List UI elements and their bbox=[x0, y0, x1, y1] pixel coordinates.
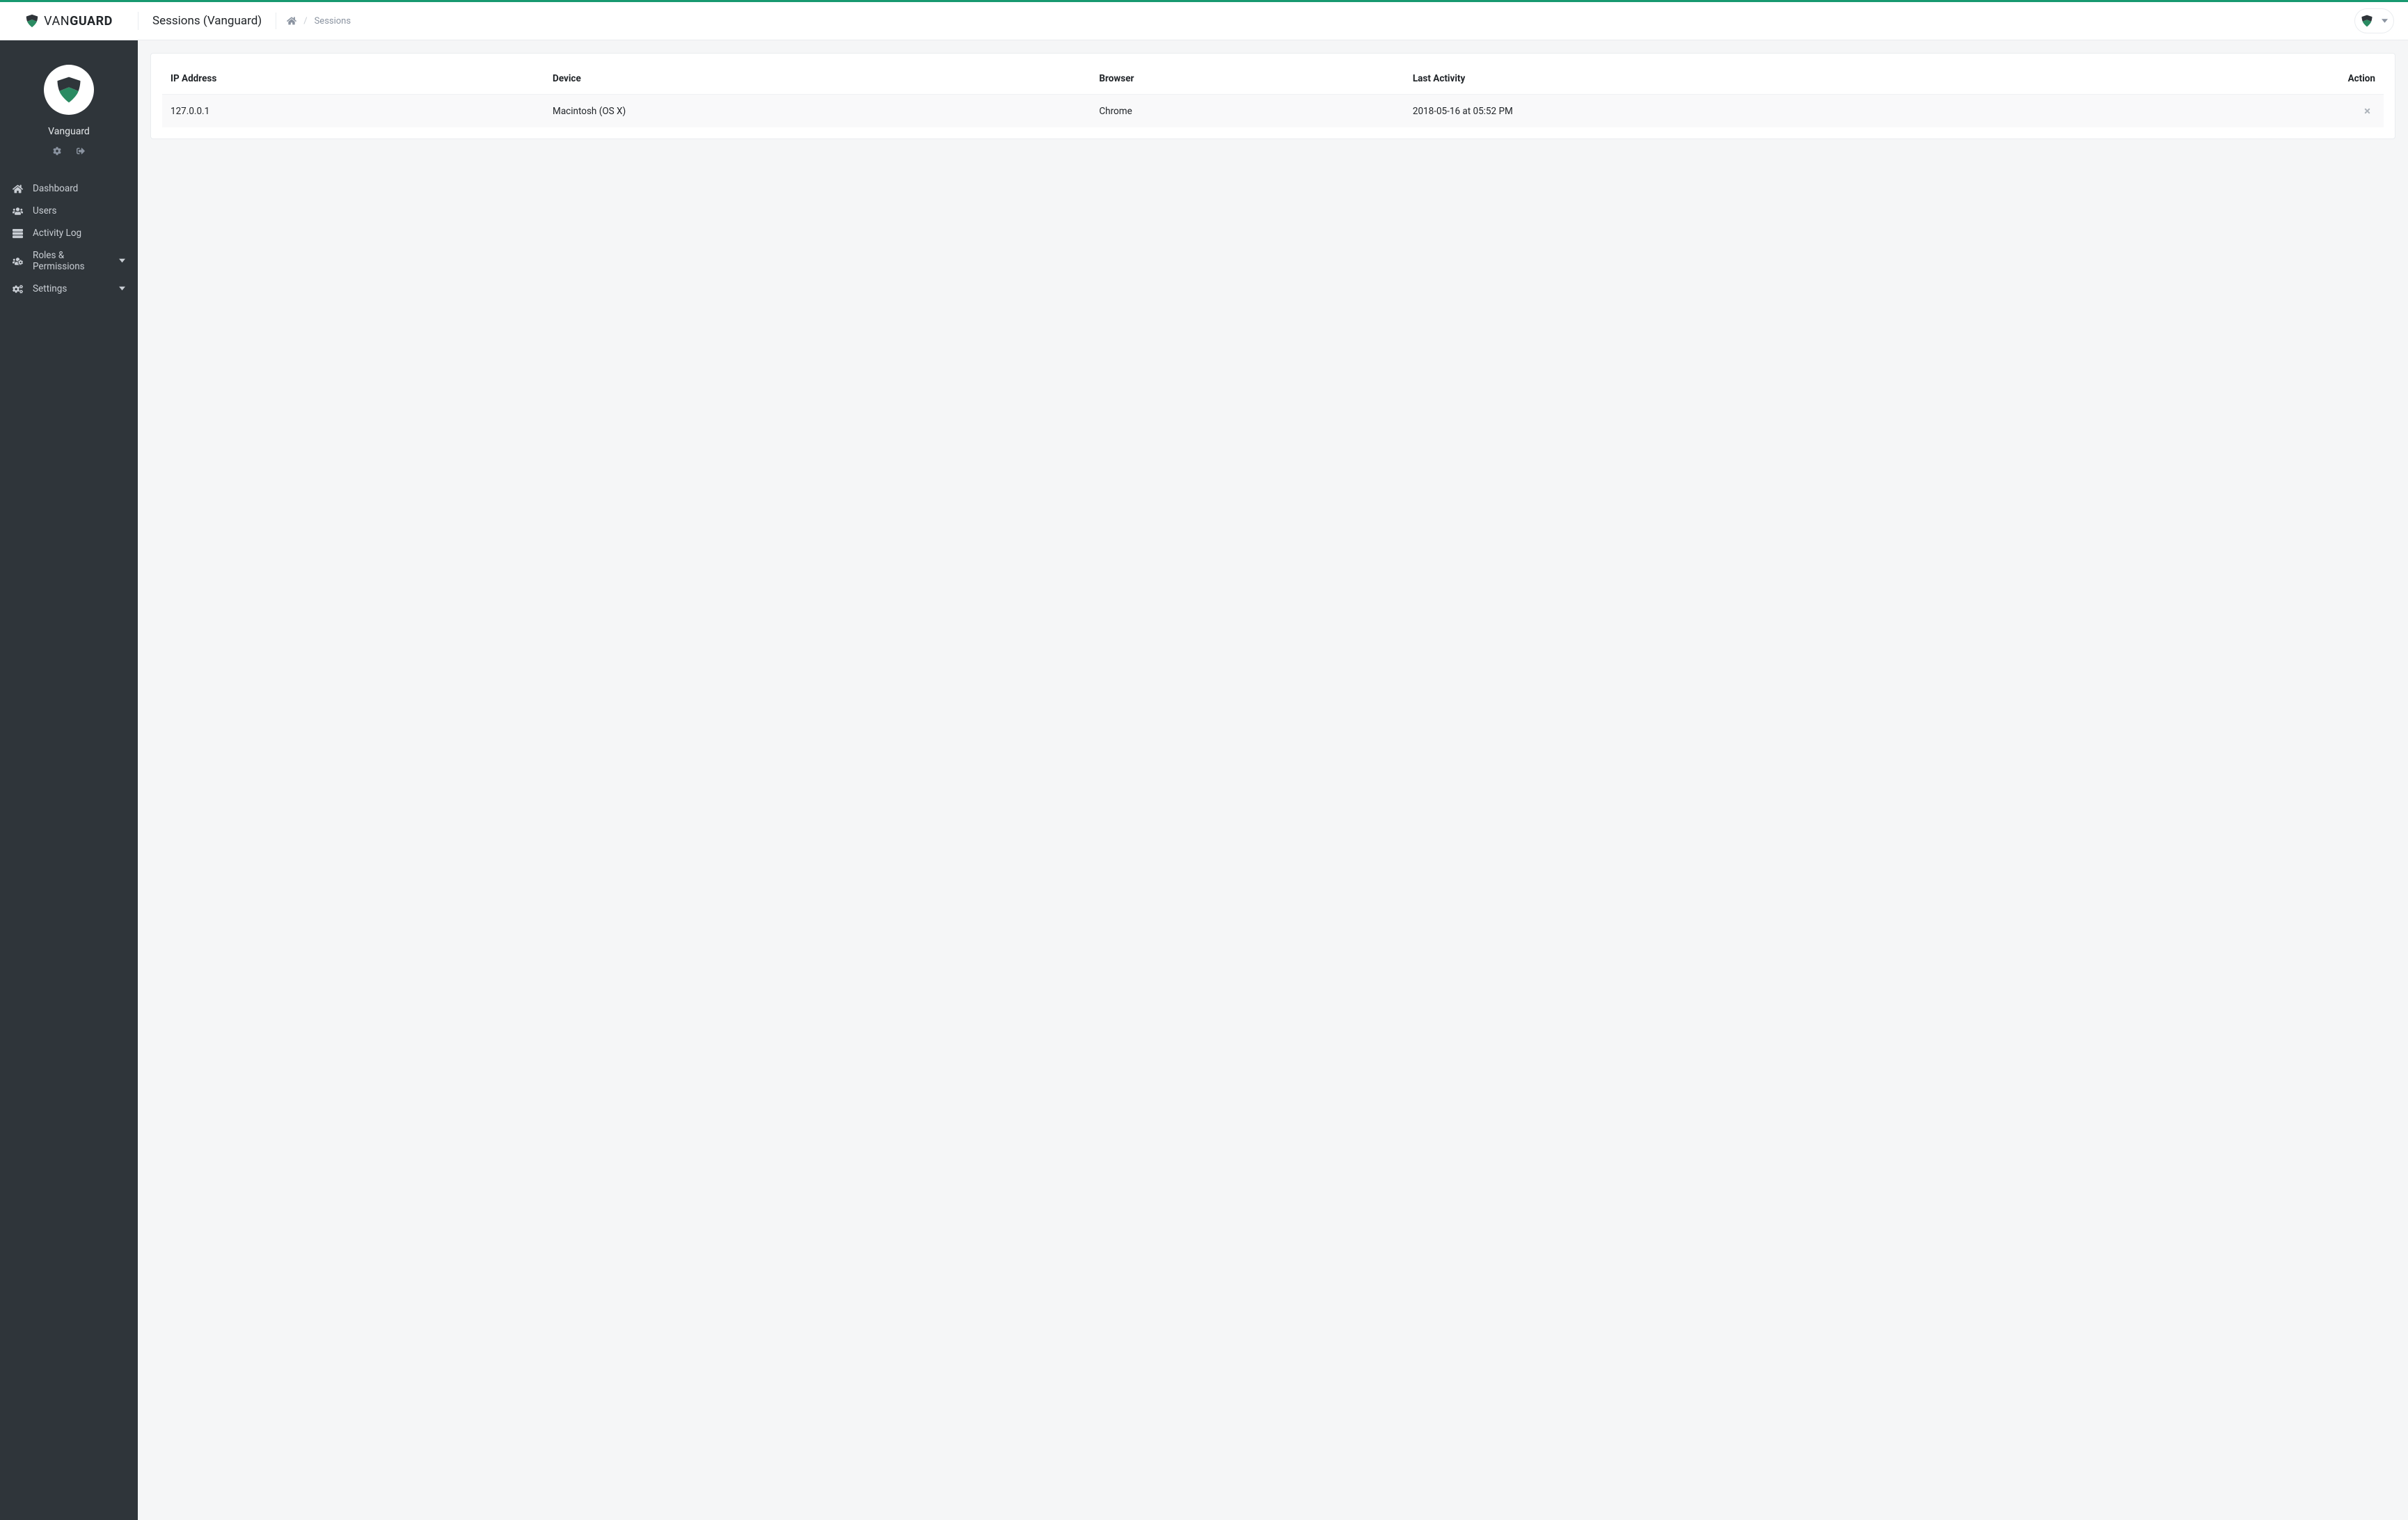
page-title: Sessions (Vanguard) bbox=[138, 12, 276, 30]
main-content: IP Address Device Browser Last Activity … bbox=[138, 40, 2408, 1520]
top-navbar: VANGUARD Sessions (Vanguard) / Sessions bbox=[0, 2, 2408, 40]
activity-icon bbox=[13, 228, 23, 239]
caret-down-icon bbox=[2382, 17, 2388, 25]
sidebar-item-label: Settings bbox=[33, 283, 67, 294]
roles-icon bbox=[13, 256, 23, 267]
col-device: Device bbox=[544, 63, 1091, 95]
sidebar-item-label: Activity Log bbox=[33, 228, 81, 239]
sidebar-item-settings[interactable]: Settings bbox=[0, 278, 138, 300]
sessions-table: IP Address Device Browser Last Activity … bbox=[162, 63, 2384, 127]
user-menu-button[interactable] bbox=[2354, 8, 2394, 33]
col-ip: IP Address bbox=[162, 63, 544, 95]
caret-down-icon bbox=[119, 283, 125, 294]
sidebar-item-label: Users bbox=[33, 205, 56, 216]
cell-action bbox=[2115, 95, 2384, 128]
sidebar-avatar[interactable] bbox=[44, 65, 94, 115]
sidebar-username: Vanguard bbox=[48, 126, 90, 137]
sidebar-nav: Dashboard Users Activity Log Roles & Per… bbox=[0, 177, 138, 300]
logout-icon[interactable] bbox=[77, 147, 85, 155]
home-icon[interactable] bbox=[287, 16, 296, 26]
table-header-row: IP Address Device Browser Last Activity … bbox=[162, 63, 2384, 95]
brand-text: VANGUARD bbox=[44, 14, 113, 29]
avatar-shield-icon bbox=[2356, 10, 2377, 31]
cell-browser: Chrome bbox=[1091, 95, 1404, 128]
sidebar-profile: Vanguard bbox=[0, 54, 138, 162]
breadcrumb: / Sessions bbox=[276, 13, 351, 29]
table-row: 127.0.0.1 Macintosh (OS X) Chrome 2018-0… bbox=[162, 95, 2384, 128]
sessions-card: IP Address Device Browser Last Activity … bbox=[150, 53, 2395, 139]
sidebar-item-label: Dashboard bbox=[33, 183, 78, 194]
sidebar-item-activity-log[interactable]: Activity Log bbox=[0, 222, 138, 244]
sidebar-item-roles-permissions[interactable]: Roles & Permissions bbox=[0, 244, 138, 278]
brand-shield-icon bbox=[24, 13, 40, 29]
col-action: Action bbox=[2115, 63, 2384, 95]
cell-ip: 127.0.0.1 bbox=[162, 95, 544, 128]
caret-down-icon bbox=[119, 255, 125, 267]
breadcrumb-current: Sessions bbox=[315, 16, 351, 26]
cell-device: Macintosh (OS X) bbox=[544, 95, 1091, 128]
col-browser: Browser bbox=[1091, 63, 1404, 95]
sidebar-item-label: Roles & Permissions bbox=[33, 250, 109, 272]
breadcrumb-separator: / bbox=[303, 16, 307, 26]
brand[interactable]: VANGUARD bbox=[0, 13, 138, 29]
sidebar: Vanguard Dashboard Use bbox=[0, 40, 138, 1520]
sidebar-item-users[interactable]: Users bbox=[0, 200, 138, 222]
users-icon bbox=[13, 206, 23, 216]
profile-settings-icon[interactable] bbox=[53, 147, 61, 155]
invalidate-session-button[interactable] bbox=[2359, 104, 2375, 118]
dashboard-icon bbox=[13, 184, 23, 194]
sidebar-item-dashboard[interactable]: Dashboard bbox=[0, 177, 138, 200]
settings-icon bbox=[13, 284, 23, 294]
col-last-activity: Last Activity bbox=[1404, 63, 2115, 95]
cell-last-activity: 2018-05-16 at 05:52 PM bbox=[1404, 95, 2115, 128]
